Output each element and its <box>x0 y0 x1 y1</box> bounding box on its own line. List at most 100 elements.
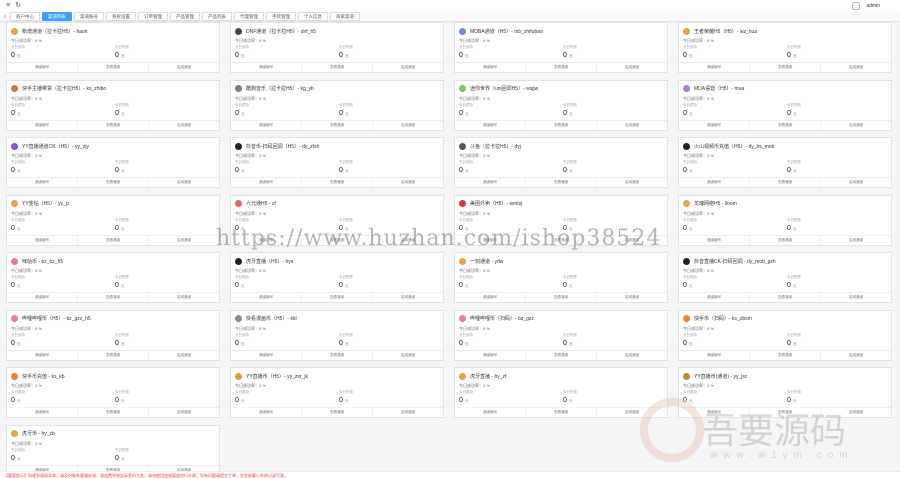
card-title: 虎牙直播（H5）- hys <box>246 258 294 265</box>
channel-number-button[interactable]: 通道编号 <box>679 178 750 187</box>
view-channel-button[interactable]: 查看通道 <box>526 120 597 130</box>
channel-number-button[interactable]: 通道编号 <box>455 408 526 417</box>
view-channel-button[interactable]: 查看通道 <box>302 120 373 130</box>
view-channel-button[interactable]: 查看通道 <box>302 408 373 417</box>
view-channel-button[interactable]: 查看通道 <box>302 293 373 302</box>
enable-channel-button[interactable]: 启用通道 <box>821 178 891 187</box>
view-channel-button[interactable]: 查看通道 <box>78 235 149 245</box>
view-channel-button[interactable]: 查看通道 <box>302 178 373 187</box>
enable-channel-button[interactable]: 启用通道 <box>149 408 219 417</box>
enable-channel-button[interactable]: 启用通道 <box>821 63 891 72</box>
channel-number-button[interactable]: 通道编号 <box>679 120 750 130</box>
channel-number-button[interactable]: 通道编号 <box>7 350 78 360</box>
channel-number-button[interactable]: 通道编号 <box>679 350 750 360</box>
enable-channel-button[interactable]: 启用通道 <box>149 63 219 72</box>
enable-channel-button[interactable]: 启用通道 <box>597 293 667 302</box>
channel-number-button[interactable]: 通道编号 <box>679 63 750 72</box>
enable-channel-button[interactable]: 启用通道 <box>597 178 667 187</box>
enable-channel-button[interactable]: 启用通道 <box>821 121 891 130</box>
tab-item[interactable]: 商家渠道 <box>330 12 360 21</box>
tab-item[interactable]: 产品管理 <box>170 12 200 21</box>
tab-item[interactable]: 代理管理 <box>234 12 264 21</box>
view-channel-button[interactable]: 查看通道 <box>526 350 597 360</box>
channel-number-button[interactable]: 通道编号 <box>231 293 302 302</box>
card-title: 新增通道（拉卡拉H5）- haoh <box>22 28 88 35</box>
enable-channel-button[interactable]: 启用通道 <box>597 63 667 72</box>
enable-channel-button[interactable]: 启用通道 <box>373 293 443 302</box>
channel-number-button[interactable]: 通道编号 <box>7 178 78 187</box>
refresh-icon[interactable]: ↻ <box>14 2 22 10</box>
tabs-left-arrow-icon[interactable]: ‹ <box>0 14 10 20</box>
enable-channel-button[interactable]: 启用通道 <box>149 121 219 130</box>
enable-channel-button[interactable]: 启用通道 <box>821 351 891 360</box>
view-channel-button[interactable]: 查看通道 <box>78 120 149 130</box>
view-channel-button[interactable]: 查看通道 <box>78 63 149 72</box>
stat-left: 今日成功 0 元 <box>235 275 339 289</box>
tab-item[interactable]: 商户中心 <box>10 12 40 21</box>
view-channel-button[interactable]: 查看通道 <box>750 293 821 302</box>
channel-number-button[interactable]: 通道编号 <box>455 293 526 302</box>
view-channel-button[interactable]: 查看通道 <box>78 293 149 302</box>
view-channel-button[interactable]: 查看通道 <box>526 178 597 187</box>
enable-channel-button[interactable]: 启用通道 <box>821 236 891 245</box>
channel-number-button[interactable]: 通道编号 <box>7 408 78 417</box>
channel-number-button[interactable]: 通道编号 <box>7 63 78 72</box>
channel-number-button[interactable]: 通道编号 <box>455 350 526 360</box>
view-channel-button[interactable]: 查看通道 <box>750 235 821 245</box>
success-rate: 今日成功率：0 % <box>459 95 490 101</box>
enable-channel-button[interactable]: 启用通道 <box>373 121 443 130</box>
enable-channel-button[interactable]: 启用通道 <box>373 178 443 187</box>
view-channel-button[interactable]: 查看通道 <box>78 350 149 360</box>
card-title: 火山视频币充值（H5）- dy_hs_mob <box>694 143 775 150</box>
channel-number-button[interactable]: 通道编号 <box>231 120 302 130</box>
view-channel-button[interactable]: 查看通道 <box>302 350 373 360</box>
view-channel-button[interactable]: 查看通道 <box>750 63 821 72</box>
enable-channel-button[interactable]: 启用通道 <box>373 408 443 417</box>
channel-number-button[interactable]: 通道编号 <box>455 178 526 187</box>
channel-number-button[interactable]: 通道编号 <box>231 408 302 417</box>
success-rate: 今日成功率：0 % <box>683 210 714 216</box>
channel-number-button[interactable]: 通道编号 <box>7 120 78 130</box>
tab-item[interactable]: 渠道账号 <box>74 12 104 21</box>
channel-number-button[interactable]: 通道编号 <box>679 235 750 245</box>
enable-channel-button[interactable]: 启用通道 <box>149 236 219 245</box>
view-channel-button[interactable]: 查看通道 <box>526 408 597 417</box>
tab-item[interactable]: 个人信息 <box>298 12 328 21</box>
enable-channel-button[interactable]: 启用通道 <box>373 351 443 360</box>
tab-item[interactable]: 系统设置 <box>106 12 136 21</box>
view-channel-button[interactable]: 查看通道 <box>302 63 373 72</box>
view-channel-button[interactable]: 查看通道 <box>78 408 149 417</box>
enable-channel-button[interactable]: 启用通道 <box>373 63 443 72</box>
channel-number-button[interactable]: 通道编号 <box>455 63 526 72</box>
channel-number-button[interactable]: 通道编号 <box>455 120 526 130</box>
enable-channel-button[interactable]: 启用通道 <box>149 351 219 360</box>
view-channel-button[interactable]: 查看通道 <box>750 120 821 130</box>
enable-channel-button[interactable]: 启用通道 <box>149 178 219 187</box>
tab-item[interactable]: 渠道列表 <box>42 12 72 21</box>
view-channel-button[interactable]: 查看通道 <box>78 178 149 187</box>
channel-number-button[interactable]: 通道编号 <box>231 178 302 187</box>
fullscreen-icon[interactable] <box>852 2 860 10</box>
card-actions: 通道编号 查看通道 启用通道 <box>231 407 443 417</box>
enable-channel-button[interactable]: 启用通道 <box>597 121 667 130</box>
stat-right: 今日失败 0 元 <box>115 218 219 232</box>
channel-number-button[interactable]: 通道编号 <box>231 63 302 72</box>
menu-icon[interactable]: ≡ <box>4 2 12 10</box>
channel-number-button[interactable]: 通道编号 <box>7 293 78 302</box>
tab-item[interactable]: 产品列表 <box>202 12 232 21</box>
user-name[interactable]: admin <box>866 3 880 9</box>
channel-card: 快手币充值 - ks_kb 今日成功率：0 % 今日成功 0 元 今日失败 0 元通道编号 查看… <box>6 367 220 418</box>
enable-channel-button[interactable]: 启用通道 <box>597 351 667 360</box>
channel-number-button[interactable]: 通道编号 <box>231 350 302 360</box>
view-channel-button[interactable]: 查看通道 <box>526 63 597 72</box>
tab-item[interactable]: 订单管理 <box>138 12 168 21</box>
channel-number-button[interactable]: 通道编号 <box>7 235 78 245</box>
channel-logo-icon <box>235 85 242 92</box>
view-channel-button[interactable]: 查看通道 <box>750 350 821 360</box>
tab-item[interactable]: 手续管理 <box>266 12 296 21</box>
enable-channel-button[interactable]: 启用通道 <box>149 293 219 302</box>
enable-channel-button[interactable]: 启用通道 <box>821 293 891 302</box>
view-channel-button[interactable]: 查看通道 <box>526 293 597 302</box>
channel-number-button[interactable]: 通道编号 <box>679 293 750 302</box>
view-channel-button[interactable]: 查看通道 <box>750 178 821 187</box>
